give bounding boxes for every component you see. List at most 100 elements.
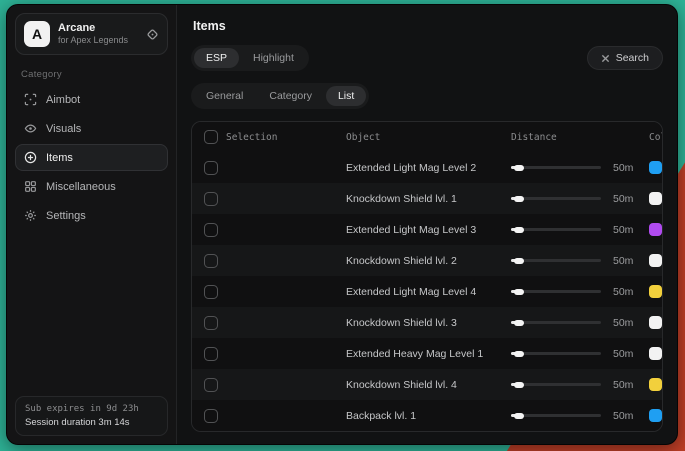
distance-slider[interactable] [511,379,601,391]
object-label: Backpack lvl. 1 [346,410,511,422]
search-icon [601,54,610,63]
sidebar-item-miscellaneous[interactable]: Miscellaneous [15,173,168,200]
color-swatch[interactable] [649,316,662,329]
brand-card: A Arcane for Apex Legends [15,13,168,55]
category-section-label: Category [21,69,162,80]
table-row: Knockdown Shield lvl. 3 50m [192,307,662,338]
distance-slider[interactable] [511,317,601,329]
slider-track [511,383,601,386]
gem-icon[interactable] [146,28,159,41]
distance-slider[interactable] [511,255,601,267]
distance-value: 50m [607,286,649,298]
distance-slider[interactable] [511,286,601,298]
row-checkbox[interactable] [204,378,218,392]
row-checkbox[interactable] [204,409,218,423]
sidebar-item-label: Aimbot [46,94,80,106]
page-title: Items [193,19,663,33]
sidebar-item-label: Items [46,152,73,164]
color-swatch[interactable] [649,409,662,422]
color-swatch[interactable] [649,347,662,360]
distance-slider[interactable] [511,224,601,236]
table-body: Extended Light Mag Level 2 50m Knockdown… [192,152,662,431]
sidebar: A Arcane for Apex Legends Category [7,5,177,444]
subscription-info-card: Sub expires in 9d 23h Session duration 3… [15,396,168,436]
sidebar-item-visuals[interactable]: Visuals [15,115,168,142]
distance-slider[interactable] [511,162,601,174]
row-checkbox[interactable] [204,254,218,268]
slider-thumb[interactable] [514,196,524,202]
table-row: Extended Heavy Mag Level 1 50m [192,338,662,369]
sidebar-nav: Aimbot Visuals Items [15,86,168,229]
sidebar-item-aimbot[interactable]: Aimbot [15,86,168,113]
main-panel: Items ESP Highlight Search General Categ… [177,5,677,444]
color-swatch[interactable] [649,254,662,267]
table-row: Knockdown Shield lvl. 4 50m [192,369,662,400]
color-swatch[interactable] [649,378,662,391]
gear-icon [24,209,37,222]
sidebar-item-settings[interactable]: Settings [15,202,168,229]
grid-icon [24,180,37,193]
slider-thumb[interactable] [514,165,524,171]
slider-thumb[interactable] [514,382,524,388]
cheat-menu-window: A Arcane for Apex Legends Category [6,4,678,445]
tab-list[interactable]: List [326,86,366,106]
column-header-distance: Distance [511,132,607,143]
slider-track [511,166,601,169]
sidebar-item-label: Miscellaneous [46,181,116,193]
row-checkbox[interactable] [204,316,218,330]
table-row: Knockdown Shield lvl. 1 50m [192,183,662,214]
sidebar-item-items[interactable]: Items [15,144,168,171]
distance-value: 50m [607,224,649,236]
crosshair-icon [24,93,37,106]
table-header-row: Selection Object Distance Color [192,122,662,152]
object-label: Knockdown Shield lvl. 4 [346,379,511,391]
slider-thumb[interactable] [514,351,524,357]
color-swatch[interactable] [649,285,662,298]
table-row: Knockdown Shield lvl. 2 50m [192,245,662,276]
table-row: Extended Light Mag Level 4 50m [192,276,662,307]
distance-slider[interactable] [511,410,601,422]
items-table: Selection Object Distance Color Extended… [191,121,663,432]
column-header-color: Color [649,132,663,143]
object-label: Extended Light Mag Level 3 [346,224,511,236]
object-label: Knockdown Shield lvl. 3 [346,317,511,329]
column-header-object: Object [346,132,511,143]
object-label: Extended Light Mag Level 4 [346,286,511,298]
slider-track [511,197,601,200]
row-checkbox[interactable] [204,285,218,299]
distance-slider[interactable] [511,348,601,360]
row-checkbox[interactable] [204,223,218,237]
row-checkbox[interactable] [204,161,218,175]
sub-expiry-text: Sub expires in 9d 23h [25,404,158,414]
distance-value: 50m [607,255,649,267]
brand-logo: A [24,21,50,47]
table-row: Extended Light Mag Level 2 50m [192,152,662,183]
slider-thumb[interactable] [514,258,524,264]
distance-value: 50m [607,193,649,205]
tab-category[interactable]: Category [257,86,324,106]
distance-slider[interactable] [511,193,601,205]
tab-esp[interactable]: ESP [194,48,239,68]
color-swatch[interactable] [649,223,662,236]
slider-track [511,414,601,417]
object-label: Extended Heavy Mag Level 1 [346,348,511,360]
table-row: Backpack lvl. 1 50m [192,400,662,431]
distance-value: 50m [607,348,649,360]
search-button[interactable]: Search [587,46,663,70]
tab-general[interactable]: General [194,86,255,106]
select-all-checkbox[interactable] [204,130,218,144]
slider-thumb[interactable] [514,289,524,295]
row-checkbox[interactable] [204,347,218,361]
sidebar-item-label: Visuals [46,123,81,135]
slider-thumb[interactable] [514,227,524,233]
object-label: Knockdown Shield lvl. 1 [346,193,511,205]
distance-value: 50m [607,379,649,391]
slider-thumb[interactable] [514,413,524,419]
row-checkbox[interactable] [204,192,218,206]
color-swatch[interactable] [649,192,662,205]
slider-thumb[interactable] [514,320,524,326]
slider-track [511,352,601,355]
distance-value: 50m [607,410,649,422]
tab-highlight[interactable]: Highlight [241,48,306,68]
color-swatch[interactable] [649,161,662,174]
